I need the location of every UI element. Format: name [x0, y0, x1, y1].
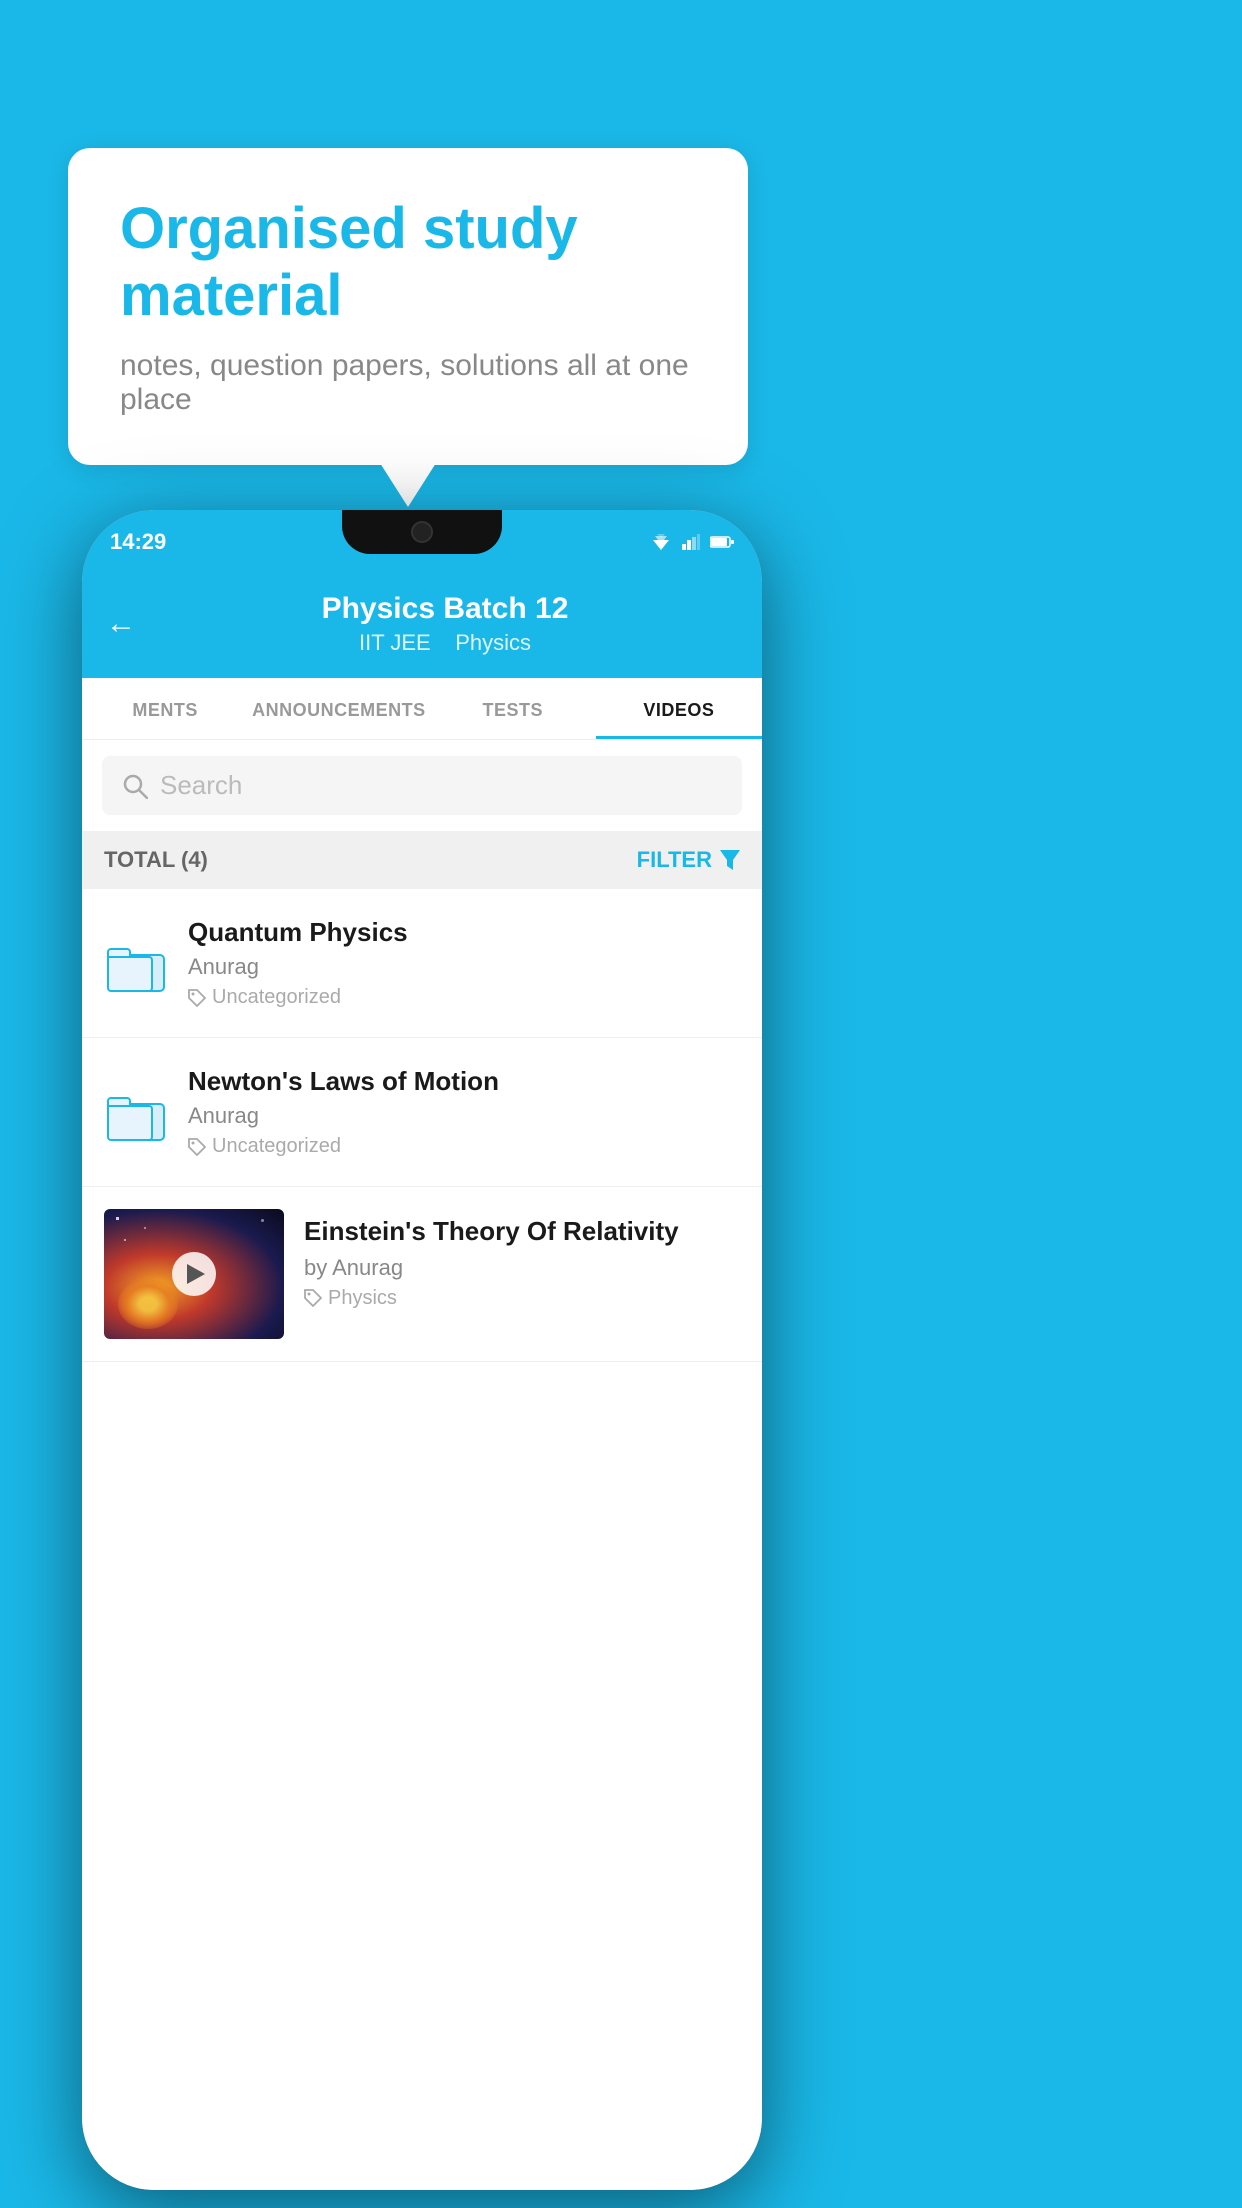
play-triangle: [187, 1264, 205, 1284]
item-content: Quantum Physics Anurag Uncategorized: [188, 917, 740, 1009]
folder-icon-wrap-2: [104, 1080, 168, 1144]
bubble-subtitle: notes, question papers, solutions all at…: [120, 349, 696, 417]
phone-notch: [342, 510, 502, 554]
total-count: TOTAL (4): [104, 847, 208, 873]
folder-front-2: [107, 1105, 153, 1141]
video-item-author: by Anurag: [304, 1255, 740, 1281]
list-item[interactable]: Quantum Physics Anurag Uncategorized: [82, 889, 762, 1038]
tag-icon-2: [188, 1138, 206, 1156]
speech-bubble: Organised study material notes, question…: [68, 148, 748, 465]
battery-icon: [710, 535, 734, 549]
item-author: Anurag: [188, 954, 740, 980]
phone-frame: 14:29: [82, 510, 762, 2190]
tag-icon: [188, 989, 206, 1007]
item-title: Quantum Physics: [188, 917, 740, 948]
item-tag-2: Uncategorized: [188, 1135, 740, 1158]
video-tag-label: Physics: [328, 1287, 397, 1310]
header-tags: IIT JEE Physics: [152, 630, 738, 656]
folder-front: [107, 956, 153, 992]
filter-label: FILTER: [637, 847, 712, 873]
bubble-title: Organised study material: [120, 196, 696, 329]
item-tag-label: Uncategorized: [212, 986, 341, 1009]
search-icon: [122, 773, 148, 799]
star-3: [124, 1239, 126, 1241]
play-button[interactable]: [172, 1252, 216, 1296]
header-tag-iitjee: IIT JEE: [359, 630, 431, 655]
phone-screen: 14:29: [82, 510, 762, 2190]
wifi-icon: [650, 534, 672, 550]
search-placeholder: Search: [160, 770, 242, 801]
tab-ments[interactable]: MENTS: [82, 678, 248, 739]
app-header: ← Physics Batch 12 IIT JEE Physics: [82, 574, 762, 678]
planet: [118, 1279, 178, 1329]
thumbnail-bg: [104, 1209, 284, 1339]
header-title: Physics Batch 12: [152, 592, 738, 626]
video-thumbnail: [104, 1209, 284, 1339]
status-icons: [650, 534, 734, 550]
status-bar: 14:29: [82, 510, 762, 574]
front-camera: [411, 521, 433, 543]
tab-announcements[interactable]: ANNOUNCEMENTS: [248, 678, 430, 739]
back-button[interactable]: ←: [106, 607, 136, 641]
status-time: 14:29: [110, 529, 166, 555]
header-tag-physics: Physics: [455, 630, 531, 655]
signal-icon: [682, 534, 700, 550]
folder-icon-wrap: [104, 931, 168, 995]
item-title-2: Newton's Laws of Motion: [188, 1066, 740, 1097]
tag-icon-3: [304, 1289, 322, 1307]
video-item-content: Einstein's Theory Of Relativity by Anura…: [304, 1209, 740, 1310]
item-tag: Uncategorized: [188, 986, 740, 1009]
star-2: [144, 1227, 146, 1229]
filter-button[interactable]: FILTER: [637, 847, 740, 873]
video-item-tag: Physics: [304, 1287, 740, 1310]
list-item[interactable]: Newton's Laws of Motion Anurag Uncategor…: [82, 1038, 762, 1187]
tab-tests[interactable]: TESTS: [430, 678, 596, 739]
star-1: [116, 1217, 119, 1220]
search-bar-wrapper: Search: [82, 740, 762, 831]
item-content-2: Newton's Laws of Motion Anurag Uncategor…: [188, 1066, 740, 1158]
item-tag-label-2: Uncategorized: [212, 1135, 341, 1158]
filter-bar: TOTAL (4) FILTER: [82, 831, 762, 889]
video-item-title: Einstein's Theory Of Relativity: [304, 1215, 740, 1249]
list-item-video[interactable]: Einstein's Theory Of Relativity by Anura…: [82, 1187, 762, 1362]
search-bar[interactable]: Search: [102, 756, 742, 815]
filter-icon: [720, 850, 740, 870]
item-author-2: Anurag: [188, 1103, 740, 1129]
header-center: Physics Batch 12 IIT JEE Physics: [152, 592, 738, 656]
star-4: [261, 1219, 264, 1222]
tab-videos[interactable]: VIDEOS: [596, 678, 762, 739]
content-list: Quantum Physics Anurag Uncategorized: [82, 889, 762, 2190]
tabs-bar: MENTS ANNOUNCEMENTS TESTS VIDEOS: [82, 678, 762, 740]
